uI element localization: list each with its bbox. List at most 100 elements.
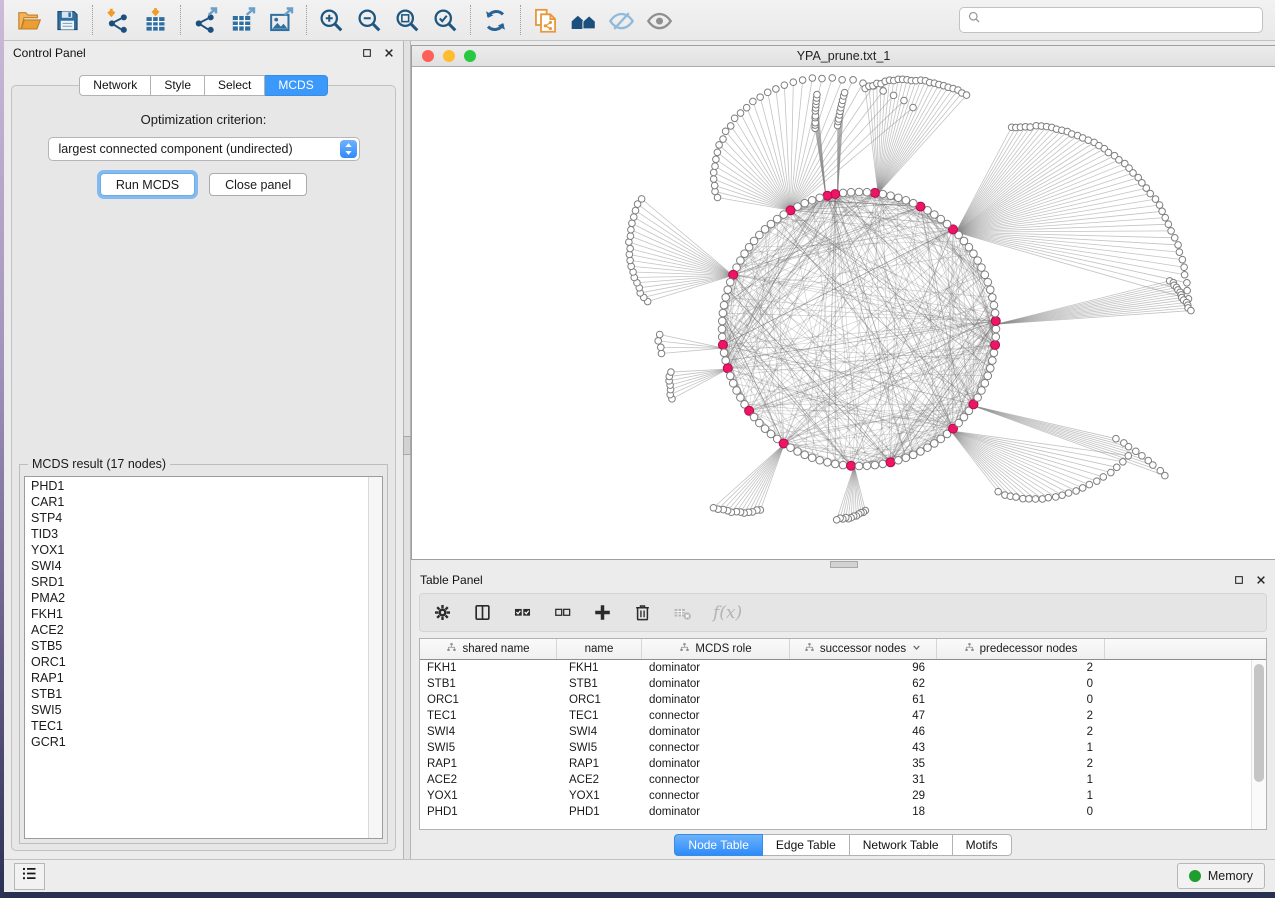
- mcds-result-item[interactable]: GCR1: [31, 734, 368, 750]
- control-panel-tabs: NetworkStyleSelectMCDS: [4, 75, 403, 96]
- zoom-fit-icon[interactable]: [392, 5, 423, 36]
- mcds-result-item[interactable]: ORC1: [31, 654, 368, 670]
- save-session-icon[interactable]: [52, 5, 83, 36]
- task-history-button[interactable]: [14, 863, 45, 890]
- mcds-result-item[interactable]: SWI5: [31, 702, 368, 718]
- tab-network-table[interactable]: Network Table: [850, 834, 953, 856]
- mcds-result-item[interactable]: SWI4: [31, 558, 368, 574]
- cell-shared-name: TEC1: [420, 708, 557, 724]
- cell-successor-nodes: 62: [790, 676, 937, 692]
- open-file-icon[interactable]: [14, 5, 45, 36]
- mcds-result-item[interactable]: STB1: [31, 686, 368, 702]
- mcds-result-list: PHD1CAR1STP4TID3YOX1SWI4SRD1PMA2FKH1ACE2…: [25, 477, 368, 838]
- cell-successor-nodes: 35: [790, 756, 937, 772]
- mcds-result-item[interactable]: CAR1: [31, 494, 368, 510]
- mcds-list-scrollbar[interactable]: [368, 477, 382, 838]
- tab-edge-table[interactable]: Edge Table: [763, 834, 850, 856]
- close-table-panel-icon[interactable]: [1255, 575, 1266, 586]
- mcds-result-item[interactable]: FKH1: [31, 606, 368, 622]
- close-panel-button[interactable]: Close panel: [209, 173, 307, 196]
- export-network-icon[interactable]: [190, 5, 221, 36]
- network-window-titlebar: YPA_prune.txt_1: [412, 46, 1275, 67]
- mcds-tab-content: Optimization criterion: largest connecte…: [11, 85, 396, 851]
- mcds-result-item[interactable]: TID3: [31, 526, 368, 542]
- cell-shared-name: ACE2: [420, 772, 557, 788]
- table-row[interactable]: SWI5SWI5connector431: [420, 740, 1266, 756]
- cell-name: RAP1: [557, 756, 642, 772]
- column-header-predecessor-nodes[interactable]: predecessor nodes: [937, 639, 1105, 659]
- search-input[interactable]: [987, 12, 1255, 28]
- tab-style[interactable]: Style: [151, 75, 205, 96]
- table-body: FKH1FKH1dominator962STB1STB1dominator620…: [420, 660, 1266, 820]
- mcds-result-item[interactable]: RAP1: [31, 670, 368, 686]
- add-row-icon[interactable]: [593, 603, 612, 622]
- run-mcds-button[interactable]: Run MCDS: [100, 173, 195, 196]
- column-header-successor-nodes[interactable]: successor nodes: [790, 639, 937, 659]
- horizontal-splitter-grip[interactable]: [830, 561, 858, 568]
- cell-successor-nodes: 43: [790, 740, 937, 756]
- memory-button[interactable]: Memory: [1177, 863, 1265, 889]
- table-row[interactable]: ORC1ORC1dominator610: [420, 692, 1266, 708]
- float-panel-icon[interactable]: [361, 48, 372, 59]
- table-scrollbar[interactable]: [1251, 660, 1266, 829]
- column-header-name[interactable]: name: [557, 639, 642, 659]
- vertical-splitter[interactable]: [403, 41, 411, 859]
- table-row[interactable]: PHD1PHD1dominator180: [420, 804, 1266, 820]
- export-image-icon[interactable]: [266, 5, 297, 36]
- cell-shared-name: YOX1: [420, 788, 557, 804]
- zoom-out-icon[interactable]: [354, 5, 385, 36]
- float-table-panel-icon[interactable]: [1233, 575, 1244, 586]
- zoom-in-icon[interactable]: [316, 5, 347, 36]
- column-sort-icon[interactable]: [911, 642, 922, 656]
- table-row[interactable]: FKH1FKH1dominator962: [420, 660, 1266, 676]
- column-header-MCDS-role[interactable]: MCDS role: [642, 639, 790, 659]
- column-settings-icon[interactable]: [433, 603, 452, 622]
- delete-row-icon[interactable]: [633, 603, 652, 622]
- close-panel-icon[interactable]: [383, 48, 394, 59]
- toggle-columns-icon[interactable]: [473, 603, 492, 622]
- mcds-result-item[interactable]: STP4: [31, 510, 368, 526]
- network-canvas[interactable]: [412, 67, 1275, 559]
- mcds-result-item[interactable]: SRD1: [31, 574, 368, 590]
- tab-mcds[interactable]: MCDS: [265, 75, 327, 96]
- memory-status-icon: [1189, 870, 1201, 882]
- mcds-result-item[interactable]: YOX1: [31, 542, 368, 558]
- mcds-result-item[interactable]: PMA2: [31, 590, 368, 606]
- show-all-icon[interactable]: [644, 5, 675, 36]
- table-scrollbar-thumb[interactable]: [1254, 664, 1264, 782]
- mcds-result-item[interactable]: PHD1: [31, 478, 368, 494]
- export-table-icon[interactable]: [228, 5, 259, 36]
- table-row[interactable]: YOX1YOX1connector291: [420, 788, 1266, 804]
- table-row[interactable]: RAP1RAP1dominator352: [420, 756, 1266, 772]
- table-row[interactable]: TEC1TEC1connector472: [420, 708, 1266, 724]
- cell-successor-nodes: 29: [790, 788, 937, 804]
- import-table-icon[interactable]: [140, 5, 171, 36]
- refresh-icon[interactable]: [480, 5, 511, 36]
- hide-selected-icon[interactable]: [606, 5, 637, 36]
- tab-network[interactable]: Network: [79, 75, 151, 96]
- table-row[interactable]: STB1STB1dominator620: [420, 676, 1266, 692]
- mcds-result-item[interactable]: ACE2: [31, 622, 368, 638]
- first-neighbors-icon[interactable]: [568, 5, 599, 36]
- deselect-all-icon[interactable]: [553, 603, 572, 622]
- mcds-result-item[interactable]: TEC1: [31, 718, 368, 734]
- horizontal-splitter[interactable]: [411, 560, 1275, 568]
- cell-name: ACE2: [557, 772, 642, 788]
- select-all-icon[interactable]: [513, 603, 532, 622]
- import-network-icon[interactable]: [102, 5, 133, 36]
- mcds-result-item[interactable]: STB5: [31, 638, 368, 654]
- optimization-criterion-select[interactable]: largest connected component (undirected): [48, 137, 360, 161]
- column-type-icon: [964, 642, 975, 656]
- column-header-shared-name[interactable]: shared name: [420, 639, 557, 659]
- tab-motifs[interactable]: Motifs: [953, 834, 1012, 856]
- duplicate-network-icon[interactable]: [530, 5, 561, 36]
- table-row[interactable]: ACE2ACE2connector311: [420, 772, 1266, 788]
- table-row[interactable]: SWI4SWI4dominator462: [420, 724, 1266, 740]
- cell-shared-name: SWI5: [420, 740, 557, 756]
- vertical-splitter-grip[interactable]: [403, 436, 411, 455]
- cell-shared-name: FKH1: [420, 660, 557, 676]
- tab-node-table[interactable]: Node Table: [674, 834, 763, 856]
- zoom-selected-icon[interactable]: [430, 5, 461, 36]
- column-type-icon: [446, 642, 457, 656]
- tab-select[interactable]: Select: [205, 75, 265, 96]
